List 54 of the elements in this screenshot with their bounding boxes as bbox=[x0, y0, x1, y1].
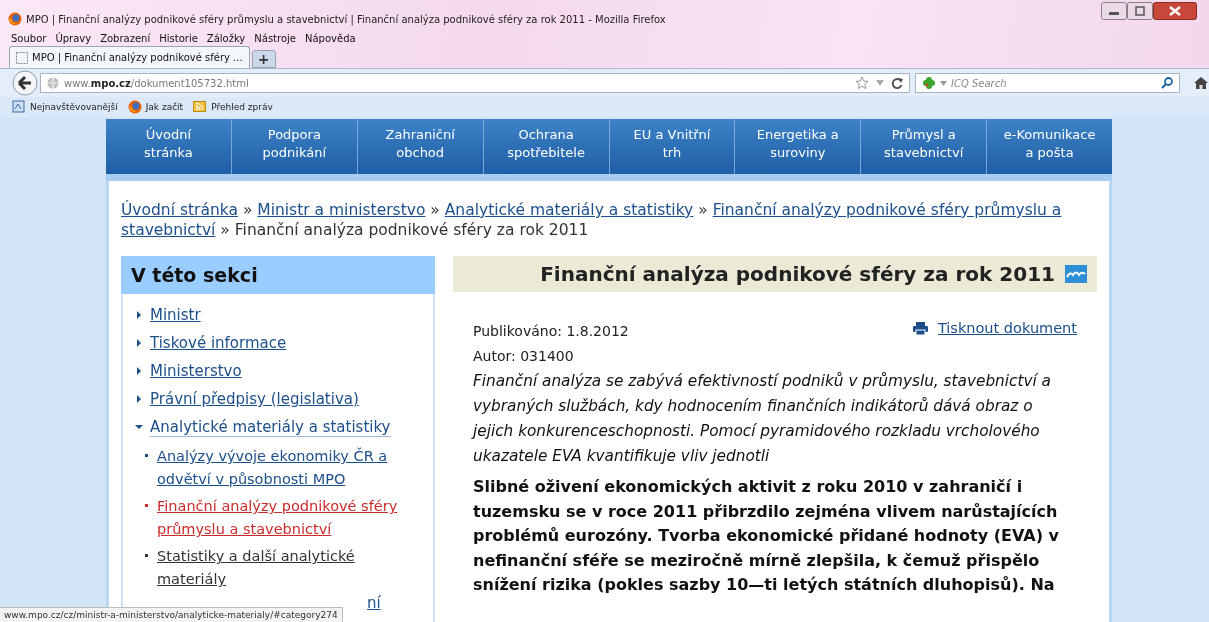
star-icon[interactable] bbox=[855, 76, 869, 90]
menu-item[interactable]: Záložky bbox=[206, 32, 246, 44]
search-icon[interactable] bbox=[1161, 77, 1173, 89]
printer-icon[interactable] bbox=[912, 321, 928, 335]
print-link[interactable]: Tisknout dokument bbox=[937, 320, 1077, 336]
globe-icon bbox=[47, 77, 59, 89]
bookmark-link[interactable]: Jak začít bbox=[145, 102, 184, 112]
published-date: Publikováno: 1.8.2012 bbox=[473, 322, 629, 341]
sidebar-heading: V této sekci bbox=[121, 256, 435, 294]
author: Autor: 031400 bbox=[473, 347, 575, 366]
menu-item[interactable]: Soubor bbox=[11, 32, 47, 44]
perex-text: Finanční analýza se zabývá efektivností podniků v průmyslu, stavebnictví a vybraných službách, kdy hodnocením finančních indikátorů dává obraz o jejich konkurenceschopnosti. Pomocí pyramidového rozkladu vrcholového ukazatele EVA kvantifikuje vliv jednotli bbox=[470, 371, 1052, 467]
breadcrumb-trail[interactable]: Úvodní stránka » Ministr a ministerstvo » Analytické materiály a statistiky » Finanční analýzy podnikové sféry průmyslu a stavebnictví » Finanční analýza podnikové sféry za rok 2011 bbox=[121, 200, 1097, 240]
clover-icon bbox=[922, 76, 936, 90]
sidebar-link[interactable]: ní bbox=[367, 594, 381, 612]
minimize-icon[interactable] bbox=[1101, 2, 1127, 20]
search-field[interactable]: ICQ Search bbox=[915, 73, 1180, 93]
new-tab-button[interactable]: + bbox=[251, 50, 276, 68]
rss-feed-icon bbox=[193, 100, 208, 114]
menu-item[interactable]: Úpravy bbox=[55, 32, 92, 44]
home-icon[interactable] bbox=[1194, 76, 1208, 90]
sidebar-link[interactable]: Právní předpisy (legislativa) bbox=[150, 390, 359, 408]
article-title: Finanční analýza podnikové sféry za rok 2011 bbox=[540, 262, 1055, 286]
firefox-logo-icon bbox=[127, 100, 142, 114]
sidebar-link[interactable]: Ministr bbox=[150, 306, 201, 324]
sidebar-link[interactable]: Analytické materiály a statistiky bbox=[150, 417, 391, 437]
bookmark-folder-icon bbox=[12, 100, 26, 114]
firefox-logo-icon bbox=[8, 12, 22, 26]
close-icon[interactable] bbox=[1153, 2, 1197, 20]
tab-label: MPO | Finanční analýzy podnikové sféry ... bbox=[32, 52, 243, 63]
status-url: www.mpo.cz/cz/ministr-a-ministerstvo/analyticke-materialy/#category274 bbox=[0, 607, 343, 622]
sidebar-sublink[interactable]: Finanční analýzy podnikové sféry průmyslu a stavebnictví bbox=[157, 495, 423, 541]
sidebar-sublink[interactable]: Statistiky a další analytické materiály bbox=[157, 545, 423, 591]
wave-logo-icon bbox=[1065, 265, 1087, 283]
bookmark-link[interactable]: Přehled zpráv bbox=[211, 102, 273, 112]
dropdown-arrow-icon[interactable] bbox=[940, 80, 947, 86]
page-icon bbox=[16, 51, 28, 64]
menu-item[interactable]: Zobrazení bbox=[100, 32, 151, 44]
menu-item[interactable]: Historie bbox=[159, 32, 198, 44]
address-field[interactable]: www.mpo.cz/dokument105732.html bbox=[40, 73, 910, 93]
browser-tab[interactable]: MPO | Finanční analýzy podnikové sféry ... bbox=[9, 46, 250, 68]
url-text: www.mpo.cz/dokument105732.html bbox=[64, 77, 250, 89]
restore-icon[interactable] bbox=[1127, 2, 1153, 20]
sidebar-link[interactable]: Ministerstvo bbox=[150, 362, 242, 380]
lead-text: Slibné oživení ekonomických aktivit z roku 2010 v zahraničí i tuzemsku se v roce 2011 přibrzdilo zejména vlivem narůstajících problémů eurozóny. Tvorba ekonomické přidané hodnoty (EVA) v nefinanční sféře se meziročně mírně zlepšila, k čemuž přispělo snížení rizika (pokles sazby 10—ti letých státních dluhopisů). Na bbox=[472, 476, 1060, 596]
reload-icon[interactable] bbox=[891, 77, 903, 89]
sidebar-sublink[interactable]: Analýzy vývoje ekonomiky ČR a odvětví v působnosti MPO bbox=[157, 445, 423, 491]
nav-link[interactable]: e-Komunikace a pošta bbox=[987, 119, 1112, 174]
search-input[interactable]: ICQ Search bbox=[951, 77, 1157, 89]
sidebar-link[interactable]: Tiskové informace bbox=[150, 334, 287, 352]
window-title: MPO | Finanční analýzy podnikové sféry průmyslu a stavebnictví | Finanční analýza podnikové sféry za rok 2011 - Mozilla Firefox bbox=[26, 13, 667, 25]
bookmark-link[interactable]: Nejnavštěvovanější bbox=[30, 102, 118, 112]
menu-item[interactable]: Nástroje bbox=[254, 32, 296, 44]
menu-item[interactable]: Nápověda bbox=[305, 32, 356, 44]
